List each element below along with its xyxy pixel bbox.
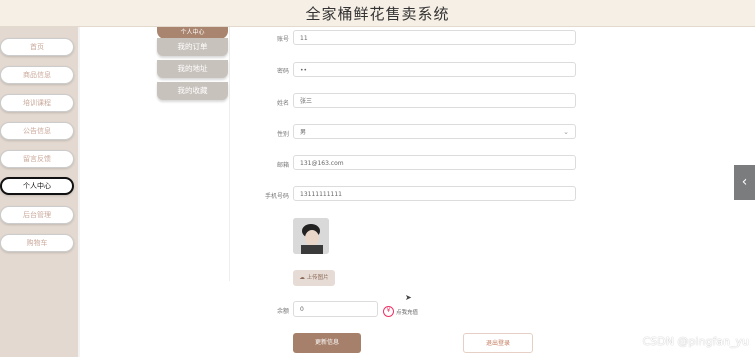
chevron-down-icon: ⌄ (563, 128, 569, 136)
sub-nav-orders[interactable]: 我的订单 (157, 38, 228, 56)
name-label: 姓名 (276, 100, 289, 107)
app-title: 全家桶鲜花售卖系统 (305, 4, 450, 23)
email-field[interactable]: 131@163.com (293, 155, 576, 170)
upload-icon: ☁ (299, 275, 305, 281)
logout-button[interactable]: 退出登录 (463, 333, 533, 353)
upload-image-button[interactable]: ☁ 上传图片 (293, 270, 335, 286)
password-field[interactable]: •• (293, 62, 576, 77)
nav-item-courses[interactable]: 培训课程 (0, 94, 74, 112)
upload-label: 上传图片 (306, 275, 329, 281)
nav-item-personal-center[interactable]: 个人中心 (0, 177, 74, 195)
account-label: 账号 (276, 36, 289, 43)
watermark: CSDN @pingfan_yu (642, 335, 749, 348)
nav-item-announcements[interactable]: 公告信息 (0, 122, 74, 140)
nav-item-admin[interactable]: 后台管理 (0, 206, 74, 224)
balance-field[interactable]: 0 (293, 301, 378, 317)
nav-item-cart[interactable]: 购物车 (0, 234, 74, 252)
recharge-label: 点我充值 (396, 309, 419, 316)
recharge-icon: ¥ (383, 306, 394, 317)
avatar-image (293, 218, 329, 254)
account-field[interactable]: 11 (293, 30, 576, 45)
nav-item-feedback[interactable]: 留言反馈 (0, 150, 74, 168)
recharge-link[interactable]: ¥ 点我充值 (383, 306, 418, 317)
password-label: 密码 (276, 68, 289, 75)
name-field[interactable]: 张三 (293, 93, 576, 108)
sub-nav-addresses[interactable]: 我的地址 (157, 60, 228, 78)
update-info-button[interactable]: 更新信息 (293, 333, 361, 353)
sub-nav-favorites[interactable]: 我的收藏 (157, 82, 228, 100)
header: 全家桶鲜花售卖系统 (0, 0, 755, 27)
phone-field[interactable]: 13111111111 (293, 186, 576, 201)
gender-label: 性别 (276, 131, 289, 138)
chevron-left-icon: ‹ (741, 174, 748, 190)
nav-item-products[interactable]: 商品信息 (0, 66, 74, 84)
phone-label: 手机号码 (264, 193, 289, 200)
nav-item-home[interactable]: 首页 (0, 38, 74, 56)
collapse-tab[interactable]: ‹ (734, 165, 755, 200)
gender-value: 男 (300, 129, 307, 136)
avatar (293, 218, 329, 254)
gender-select[interactable]: 男 ⌄ (293, 124, 576, 139)
mouse-cursor-icon: ➤ (405, 293, 412, 302)
email-label: 邮箱 (276, 162, 289, 169)
balance-label: 余额 (276, 308, 289, 315)
